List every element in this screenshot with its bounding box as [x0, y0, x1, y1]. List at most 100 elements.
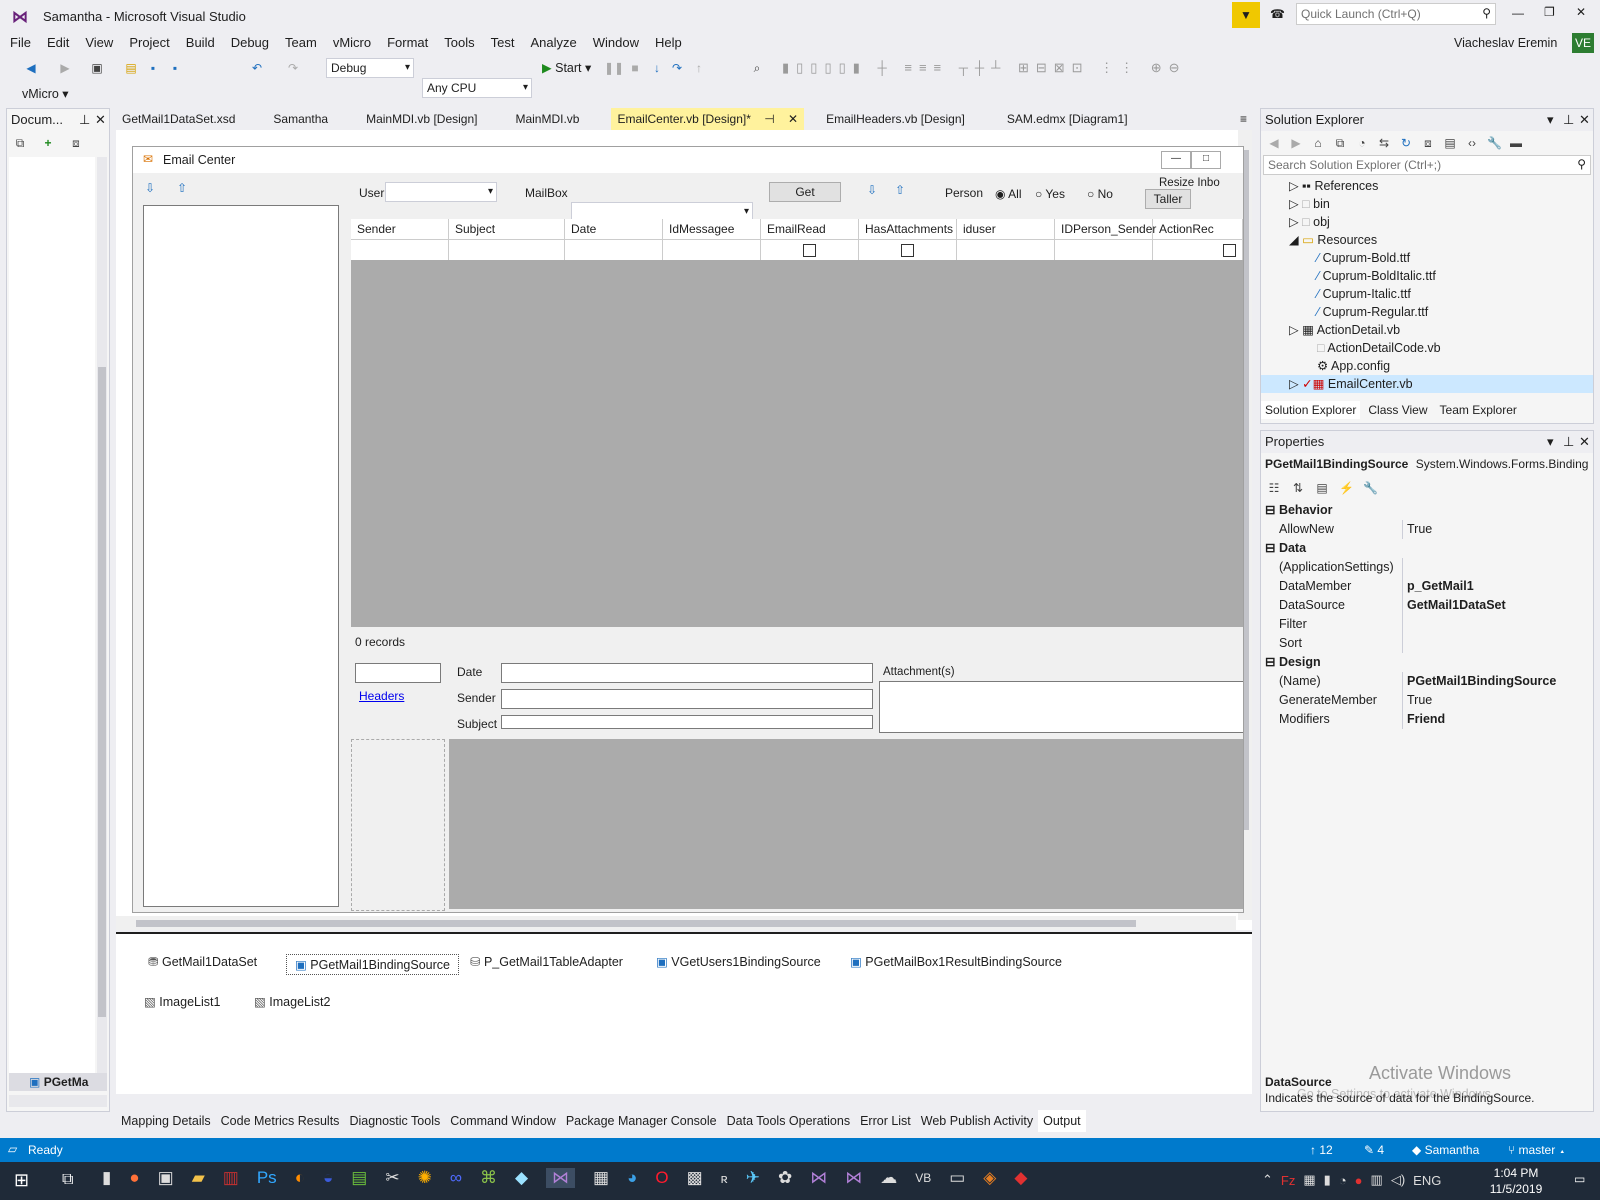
- switch-views-icon[interactable]: ⧉: [1333, 136, 1347, 150]
- outline-bottom-item[interactable]: ▣ PGetMa: [9, 1073, 107, 1091]
- pin-icon[interactable]: ⊣: [754, 112, 774, 126]
- notification-icon[interactable]: ▭: [1574, 1172, 1585, 1186]
- terminal-icon[interactable]: ▮: [102, 1168, 111, 1188]
- sender-field[interactable]: [501, 689, 873, 709]
- column-idmessagee[interactable]: IdMessagee: [663, 219, 761, 239]
- open-icon[interactable]: ▤: [124, 61, 138, 75]
- visual-studio-icon[interactable]: ⋈: [546, 1168, 576, 1188]
- property-pages-icon[interactable]: 🔧: [1363, 481, 1378, 495]
- tree-item-emailcenter[interactable]: ▷ ✓▦ EmailCenter.vb: [1261, 375, 1593, 393]
- solution-config-select[interactable]: Debug: [326, 58, 414, 78]
- forward-icon[interactable]: ▶: [58, 61, 72, 75]
- tab-sam-edmx[interactable]: SAM.edmx [Diagram1]: [987, 108, 1148, 130]
- menu-debug[interactable]: Debug: [223, 32, 277, 54]
- property-value[interactable]: [1403, 634, 1407, 653]
- tab-getmail1dataset-xsd[interactable]: GetMail1DataSet.xsd: [116, 108, 241, 130]
- hasattachments-checkbox[interactable]: [901, 244, 914, 257]
- minimize-icon[interactable]: —: [1512, 6, 1524, 20]
- email-center-form[interactable]: ✉ Email Center — □ ⇩ ⇧ User MailBox Get …: [132, 146, 1244, 913]
- task-view-icon[interactable]: ⧉: [62, 1171, 73, 1189]
- property-value[interactable]: p_GetMail1: [1403, 577, 1474, 596]
- user-name[interactable]: Viacheslav Eremin: [1446, 32, 1565, 54]
- property-datasource[interactable]: DataSource GetMail1DataSet: [1261, 596, 1593, 615]
- message-body[interactable]: [449, 739, 1243, 909]
- category-design[interactable]: ⊟ Design: [1261, 653, 1593, 672]
- view-icon[interactable]: ⧉: [13, 136, 27, 150]
- property-modifiers[interactable]: Modifiers Friend: [1261, 710, 1593, 729]
- close-icon[interactable]: ✕: [1579, 431, 1590, 453]
- date-field[interactable]: [501, 663, 873, 683]
- show-all-files-icon[interactable]: ▤: [1443, 136, 1457, 150]
- property-value[interactable]: [1403, 615, 1407, 634]
- app-icon[interactable]: ◈: [983, 1168, 996, 1188]
- tree-item-cuprum-italic[interactable]: ⁄ Cuprum-Italic.ttf: [1261, 285, 1593, 303]
- move-down-icon[interactable]: ⇩: [145, 181, 155, 195]
- firefox-icon[interactable]: ●: [129, 1168, 139, 1188]
- photoshop-icon[interactable]: Ps: [257, 1168, 277, 1188]
- close-icon[interactable]: ✕: [95, 109, 106, 131]
- tray-icon[interactable]: ●: [1355, 1173, 1363, 1188]
- tree-item-references[interactable]: ▷ ▪▪ References: [1261, 177, 1593, 195]
- taller-button[interactable]: Taller: [1145, 189, 1191, 209]
- tab-mapping-details[interactable]: Mapping Details: [116, 1110, 216, 1132]
- property-value[interactable]: True: [1403, 520, 1432, 539]
- headers-search-field[interactable]: [355, 663, 441, 683]
- sort-up-icon[interactable]: ⇧: [895, 183, 905, 197]
- clock[interactable]: 1:04 PM 11/5/2019: [1476, 1165, 1556, 1197]
- tab-emailheaders-design[interactable]: EmailHeaders.vb [Design]: [820, 108, 971, 130]
- tray-getmail1dataset[interactable]: ⛃ GetMail1DataSet: [148, 954, 257, 969]
- property-value[interactable]: [1403, 558, 1407, 577]
- app-icon[interactable]: ʀ: [721, 1171, 728, 1186]
- tab-emailcenter-design[interactable]: EmailCenter.vb [Design]* ⊣ ✕: [611, 108, 805, 130]
- tab-data-tools-operations[interactable]: Data Tools Operations: [722, 1110, 855, 1132]
- app-icon[interactable]: ◆: [1014, 1168, 1027, 1188]
- radio-no[interactable]: ○ No: [1087, 187, 1113, 201]
- form-maximize-icon[interactable]: □: [1191, 151, 1221, 169]
- column-iduser[interactable]: iduser: [957, 219, 1055, 239]
- network-icon[interactable]: ▥: [1371, 1172, 1383, 1188]
- tray-icon[interactable]: ▦: [1303, 1172, 1315, 1188]
- message-panel[interactable]: [351, 739, 445, 911]
- user-select[interactable]: [385, 182, 497, 202]
- tray-imagelist2[interactable]: ▧ ImageList2: [254, 994, 330, 1009]
- tray-imagelist1[interactable]: ▧ ImageList1: [144, 994, 220, 1009]
- category-behavior[interactable]: ⊟ Behavior: [1261, 501, 1593, 520]
- tab-overflow-icon[interactable]: ≡: [1240, 108, 1247, 130]
- pin-icon[interactable]: ⊥: [1563, 109, 1574, 131]
- start-icon[interactable]: ⊞: [14, 1170, 29, 1191]
- menu-window[interactable]: Window: [585, 32, 647, 54]
- column-emailread[interactable]: EmailRead: [761, 219, 859, 239]
- pin-icon[interactable]: ⊥: [1563, 431, 1574, 453]
- tree-item-app-config[interactable]: ⚙ App.config: [1261, 357, 1593, 375]
- app-icon[interactable]: ▭: [949, 1168, 965, 1188]
- property-filter[interactable]: Filter: [1261, 615, 1593, 634]
- menu-team[interactable]: Team: [277, 32, 325, 54]
- forward-icon[interactable]: ▶: [1289, 136, 1303, 150]
- volume-icon[interactable]: ◁): [1391, 1172, 1405, 1188]
- outline-tree-area[interactable]: [9, 157, 95, 1083]
- tab-mainmdi-design[interactable]: MainMDI.vb [Design]: [360, 108, 483, 130]
- properties-icon[interactable]: ▤: [1315, 481, 1329, 495]
- pending-edits[interactable]: ✎ 4: [1364, 1143, 1384, 1157]
- step-into-icon[interactable]: ↓: [650, 61, 664, 75]
- back-icon[interactable]: ◀: [1267, 136, 1281, 150]
- app-icon[interactable]: ✂: [385, 1168, 399, 1188]
- property-generatemember[interactable]: GenerateMember True: [1261, 691, 1593, 710]
- vmicro-dropdown[interactable]: vMicro ▾: [22, 86, 69, 101]
- property-value[interactable]: PGetMail1BindingSource: [1403, 672, 1556, 691]
- outline-hscrollbar[interactable]: [9, 1095, 107, 1107]
- category-data[interactable]: ⊟ Data: [1261, 539, 1593, 558]
- new-project-icon[interactable]: ▣: [90, 61, 104, 75]
- close-tab-icon[interactable]: ✕: [778, 112, 798, 126]
- column-hasattachments[interactable]: HasAttachments: [859, 219, 957, 239]
- tab-samantha[interactable]: Samantha: [257, 108, 344, 130]
- designer-hscrollbar[interactable]: [116, 916, 1236, 930]
- actionrec-checkbox[interactable]: [1223, 244, 1236, 257]
- solution-search-input[interactable]: Search Solution Explorer (Ctrl+;) ⚲: [1263, 155, 1591, 175]
- outline-scrollbar[interactable]: [97, 157, 107, 1083]
- tree-item-actiondetailcode[interactable]: □ ActionDetailCode.vb: [1261, 339, 1593, 357]
- property-value[interactable]: Friend: [1403, 710, 1445, 729]
- filezilla-icon[interactable]: Fz: [1281, 1173, 1295, 1188]
- quick-launch-input[interactable]: Quick Launch (Ctrl+Q) ⚲: [1296, 3, 1496, 25]
- app-icon[interactable]: ◐: [295, 1168, 305, 1188]
